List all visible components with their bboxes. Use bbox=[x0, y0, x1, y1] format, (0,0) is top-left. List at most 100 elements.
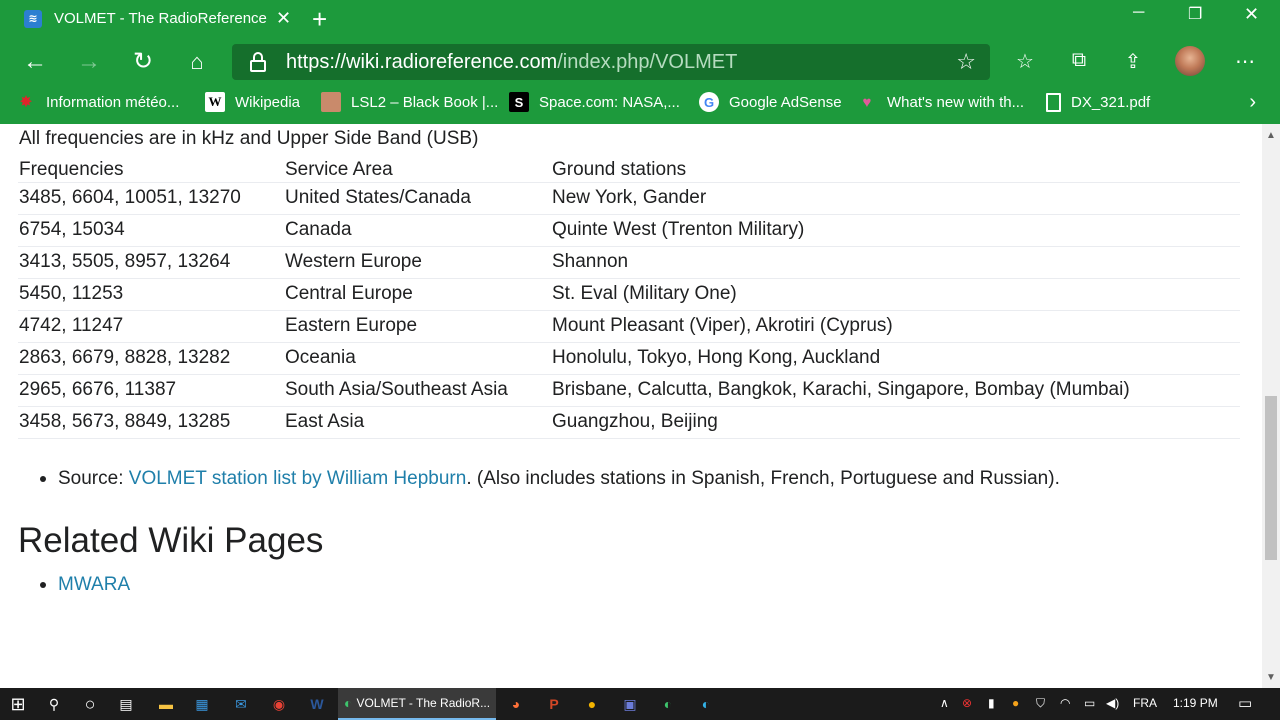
microphone-icon[interactable]: ▮ bbox=[988, 696, 995, 710]
cell-frequencies: 2965, 6676, 11387 bbox=[18, 374, 284, 407]
table-row: 6754, 15034 Canada Quinte West (Trenton Mi… bbox=[18, 214, 1240, 247]
search-icon[interactable]: ⚲ bbox=[42, 692, 66, 716]
app-icon[interactable]: ▣ bbox=[618, 692, 642, 716]
edge-beta-icon[interactable]: ◐ bbox=[694, 692, 718, 716]
table-row: 4742, 11247 Eastern Europe Mount Pleasant … bbox=[18, 310, 1240, 343]
app-tray-icon[interactable]: ● bbox=[1012, 696, 1019, 710]
restore-button[interactable]: ❐ bbox=[1188, 4, 1202, 24]
chrome-icon[interactable]: ◉ bbox=[267, 692, 291, 716]
bookmark-whats-new[interactable]: ♥ What's new with th... bbox=[857, 87, 1025, 117]
share-icon[interactable]: ⇪ bbox=[1120, 49, 1146, 74]
battery-icon[interactable]: ▭ bbox=[1084, 696, 1095, 710]
volmet-table: Frequencies Service Area Ground stations… bbox=[18, 158, 1240, 439]
cortana-icon[interactable]: ○ bbox=[78, 692, 102, 716]
scroll-up-icon[interactable]: ▲ bbox=[1266, 130, 1276, 141]
bullet-icon bbox=[40, 476, 46, 482]
more-menu-icon[interactable]: ⋯ bbox=[1232, 49, 1258, 74]
favorite-star-icon[interactable]: ☆ bbox=[956, 49, 976, 75]
cell-service-area: Central Europe bbox=[284, 278, 551, 311]
mail-icon[interactable]: ✉ bbox=[229, 692, 253, 716]
mwara-link[interactable]: MWARA bbox=[58, 574, 130, 596]
app-icon[interactable]: ● bbox=[580, 692, 604, 716]
windows-start-icon[interactable]: ⊞ bbox=[6, 692, 30, 716]
bookmark-meteo[interactable]: ✸ Information météo... bbox=[16, 87, 179, 117]
bookmark-space[interactable]: S Space.com: NASA,... bbox=[509, 87, 680, 117]
favorites-icon[interactable]: ☆ bbox=[1012, 49, 1038, 74]
profile-avatar[interactable] bbox=[1175, 46, 1205, 76]
task-view-icon[interactable]: ▤ bbox=[114, 692, 138, 716]
address-bar[interactable]: https://wiki.radioreference.com/index.ph… bbox=[232, 44, 990, 80]
wifi-icon[interactable]: ◠ bbox=[1060, 696, 1070, 710]
table-row: 2965, 6676, 11387 South Asia/Southeast As… bbox=[18, 374, 1240, 407]
scroll-thumb[interactable] bbox=[1265, 396, 1277, 560]
cell-frequencies: 2863, 6679, 8828, 13282 bbox=[18, 342, 284, 375]
file-explorer-icon[interactable]: ▬ bbox=[154, 692, 178, 716]
defender-icon[interactable]: ⛉ bbox=[1036, 696, 1045, 711]
close-tab-icon[interactable]: ✕ bbox=[276, 8, 291, 29]
chevron-right-icon[interactable]: › bbox=[1249, 91, 1256, 114]
table-row: 3485, 6604, 10051, 13270 United States/Ca… bbox=[18, 182, 1240, 215]
browser-tab[interactable]: ≋ VOLMET - The RadioReference W ✕ bbox=[10, 0, 300, 37]
cell-frequencies: 4742, 11247 bbox=[18, 310, 284, 343]
header-service-area: Service Area bbox=[284, 158, 551, 183]
firefox-icon[interactable]: ◕ bbox=[504, 692, 528, 716]
cell-ground-stations: Shannon bbox=[551, 246, 1240, 279]
scroll-down-icon[interactable]: ▼ bbox=[1266, 672, 1276, 683]
cell-frequencies: 3458, 5673, 8849, 13285 bbox=[18, 406, 284, 439]
file-icon bbox=[1046, 92, 1061, 112]
cell-ground-stations: Brisbane, Calcutta, Bangkok, Karachi, Si… bbox=[551, 374, 1240, 407]
store-icon[interactable]: ▦ bbox=[190, 692, 214, 716]
cell-frequencies: 3485, 6604, 10051, 13270 bbox=[18, 182, 284, 215]
taskbar-edge-window[interactable]: ◐ VOLMET - The RadioR... bbox=[338, 688, 496, 720]
cell-service-area: United States/Canada bbox=[284, 182, 551, 215]
cell-service-area: Canada bbox=[284, 214, 551, 247]
browser-toolbar: ← → ↻ ⌂ https://wiki.radioreference.com/… bbox=[0, 37, 1280, 87]
source-list-item: Source: VOLMET station list by William H… bbox=[40, 468, 1060, 490]
intro-text: All frequencies are in kHz and Upper Sid… bbox=[19, 128, 479, 149]
cell-ground-stations: Honolulu, Tokyo, Hong Kong, Auckland bbox=[551, 342, 1240, 375]
bookmark-lsl2[interactable]: LSL2 – Black Book |... bbox=[321, 87, 498, 117]
tab-title: VOLMET - The RadioReference W bbox=[54, 10, 268, 27]
radioreference-favicon-icon: ≋ bbox=[24, 9, 42, 28]
refresh-button[interactable]: ↻ bbox=[128, 49, 158, 75]
language-indicator[interactable]: FRA bbox=[1133, 696, 1157, 710]
show-hidden-icons-icon[interactable]: ∧ bbox=[940, 696, 949, 710]
title-bar: ≋ VOLMET - The RadioReference W ✕ + ─ ❐ … bbox=[0, 0, 1280, 37]
new-tab-button[interactable]: + bbox=[312, 4, 327, 35]
powerpoint-icon[interactable]: P bbox=[542, 692, 566, 716]
page-content: All frequencies are in kHz and Upper Sid… bbox=[0, 124, 1262, 688]
close-window-button[interactable]: ✕ bbox=[1244, 4, 1259, 25]
related-list-item: MWARA bbox=[40, 574, 130, 596]
maple-leaf-icon: ✸ bbox=[19, 94, 33, 111]
volume-icon[interactable]: ◀) bbox=[1106, 696, 1119, 710]
cell-service-area: Eastern Europe bbox=[284, 310, 551, 343]
notifications-icon[interactable]: ▭ bbox=[1238, 694, 1252, 712]
url-text[interactable]: https://wiki.radioreference.com/index.ph… bbox=[286, 51, 737, 74]
minimize-button[interactable]: ─ bbox=[1133, 4, 1144, 22]
bookmarks-bar: ✸ Information météo... W Wikipedia LSL2 … bbox=[0, 87, 1280, 124]
security-icon[interactable]: ⊗ bbox=[962, 696, 972, 710]
table-row: 5450, 11253 Central Europe St. Eval (Milit… bbox=[18, 278, 1240, 311]
cell-frequencies: 3413, 5505, 8957, 13264 bbox=[18, 246, 284, 279]
cell-service-area: Oceania bbox=[284, 342, 551, 375]
back-button[interactable]: ← bbox=[20, 49, 50, 75]
related-pages-heading: Related Wiki Pages bbox=[18, 521, 324, 560]
collections-icon[interactable]: ⧉ bbox=[1066, 49, 1092, 72]
cell-ground-stations: New York, Gander bbox=[551, 182, 1240, 215]
cell-ground-stations: Guangzhou, Beijing bbox=[551, 406, 1240, 439]
home-button[interactable]: ⌂ bbox=[182, 49, 212, 75]
lock-icon[interactable] bbox=[250, 52, 266, 72]
bookmark-adsense[interactable]: G Google AdSense bbox=[699, 87, 842, 117]
wikipedia-icon: W bbox=[205, 92, 225, 112]
bookmark-wikipedia[interactable]: W Wikipedia bbox=[205, 87, 300, 117]
forward-button[interactable]: → bbox=[74, 49, 104, 75]
header-frequencies: Frequencies bbox=[18, 158, 284, 183]
table-row: 3413, 5505, 8957, 13264 Western Europe Sha… bbox=[18, 246, 1240, 279]
page-scrollbar[interactable]: ▲ ▼ bbox=[1262, 124, 1280, 688]
edge-dev-icon[interactable]: ◐ bbox=[656, 692, 680, 716]
word-icon[interactable]: W bbox=[305, 692, 329, 716]
lsl2-icon bbox=[321, 92, 341, 112]
source-link[interactable]: VOLMET station list by William Hepburn bbox=[129, 468, 467, 490]
bookmark-dx321[interactable]: DX_321.pdf bbox=[1046, 87, 1150, 117]
clock[interactable]: 1:19 PM bbox=[1173, 696, 1218, 710]
